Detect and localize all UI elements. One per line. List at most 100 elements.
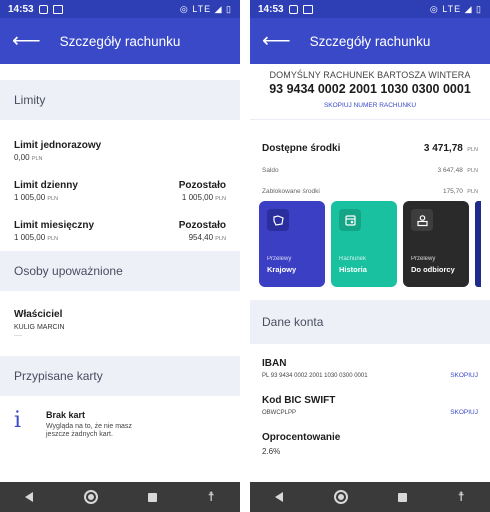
limit-single-currency: PLN	[31, 156, 43, 162]
limit-daily-remaining-currency: PLN	[215, 196, 226, 202]
limit-monthly-label: Limit miesięczny	[14, 220, 95, 231]
interest-value: 2.6%	[262, 447, 281, 456]
limit-monthly-currency: PLN	[47, 236, 59, 242]
tile-recipient-transfer[interactable]: Przelewy Do odbiorcy	[403, 201, 469, 287]
tile-recipient-small: Przelewy	[411, 256, 436, 262]
tile-history-small: Rachunek	[339, 256, 367, 262]
available-amount: 3 471,78 PLN	[424, 138, 478, 156]
owner-info: Właściciel KULIG MARCIN ----	[0, 309, 240, 339]
available-value: 3 471,78	[423, 143, 463, 154]
notification-icon	[288, 4, 298, 14]
cards-header-label: Przypisane karty	[14, 369, 103, 383]
blocked-currency: PLN	[467, 189, 478, 195]
screen-gap	[240, 0, 250, 512]
image-icon	[52, 4, 63, 14]
status-left: 14:53	[258, 4, 313, 15]
status-time: 14:53	[258, 3, 284, 15]
nav-back-icon[interactable]	[275, 492, 284, 502]
copy-account-number-button[interactable]: SKOPIUJ NUMER RACHUNKU	[250, 102, 490, 109]
system-navbar: ☨	[250, 482, 490, 512]
saldo-value: 3 647,48	[437, 167, 463, 174]
limit-daily-amount: 1 005,00 PLN	[14, 193, 78, 202]
nav-home-icon[interactable]	[333, 490, 348, 504]
app-bar: ⟵ Szczegóły rachunku	[250, 18, 490, 64]
status-time: 14:53	[8, 3, 34, 15]
limit-monthly-remaining: 954,40 PLN	[179, 233, 226, 242]
account-data-header: Dane konta	[250, 300, 490, 344]
limit-daily: Limit dzienny 1 005,00 PLN Pozostało 1 0…	[0, 180, 240, 202]
tile-domestic-transfer[interactable]: Przelewy Krajowy	[259, 201, 325, 287]
network-status: ◎ LTE ◢ ▯	[429, 3, 482, 14]
limit-monthly-amount: 1 005,00 PLN	[14, 233, 94, 242]
tile-domestic-big: Krajowy	[267, 265, 297, 274]
interest-label: Oprocentowanie	[262, 432, 341, 443]
recipient-icon	[411, 209, 433, 231]
iban-label: IBAN	[262, 358, 287, 369]
no-cards-title: Brak kart	[46, 410, 86, 420]
limit-monthly-remaining-value: 954,40	[188, 233, 214, 242]
owner-extra: ----	[14, 333, 22, 339]
limit-single-amount: 0,00 PLN	[14, 153, 101, 162]
notification-icon	[38, 4, 48, 14]
copy-bic-button[interactable]: SKOPIUJ	[450, 409, 478, 416]
quick-actions: Przelewy Krajowy Rachunek Historia Przel…	[250, 201, 481, 287]
limit-single-label: Limit jednorazowy	[14, 140, 102, 151]
account-name: DOMYŚLNY RACHUNEK BARTOSZA WINTERA	[269, 70, 471, 80]
limit-monthly: Limit miesięczny 1 005,00 PLN Pozostało …	[0, 220, 240, 242]
account-data: Dane konta IBAN PL 93 9434 0002 2001 103…	[250, 300, 490, 456]
network-status: ◎ LTE ◢ ▯	[179, 3, 232, 14]
limit-daily-remaining-label: Pozostało	[178, 180, 226, 191]
screens: 14:53 ◎ LTE ◢ ▯ ⟵ Szczegóły rachunku Lim…	[0, 0, 490, 512]
limit-monthly-value: 1 005,00	[14, 233, 46, 242]
limit-monthly-remaining-currency: PLN	[215, 236, 226, 242]
authorized-header: Osoby upoważnione	[0, 251, 240, 291]
app-bar: ⟵ Szczegóły rachunku	[0, 18, 240, 64]
blocked-funds: Zablokowane środki 175,70 PLN	[250, 180, 490, 198]
back-arrow-icon[interactable]: ⟵	[12, 31, 41, 51]
system-navbar: ☨	[0, 482, 240, 512]
nav-back-icon[interactable]	[25, 492, 34, 502]
limit-daily-value: 1 005,00	[14, 193, 46, 202]
owner-name: KULIG MARCIN	[14, 324, 65, 331]
blocked-label: Zablokowane środki	[262, 188, 320, 195]
back-arrow-icon[interactable]: ⟵	[262, 31, 291, 51]
nav-recents-icon[interactable]	[148, 492, 158, 502]
authorized-header-label: Osoby upoważnione	[14, 264, 123, 278]
status-bar: 14:53 ◎ LTE ◢ ▯	[250, 0, 490, 18]
limits-header-label: Limity	[14, 93, 46, 107]
saldo-amount: 3 647,48 PLN	[438, 159, 478, 177]
available-currency: PLN	[467, 147, 478, 153]
image-icon	[302, 4, 313, 14]
account-data-header-label: Dane konta	[262, 315, 324, 329]
saldo: Saldo 3 647,48 PLN	[250, 159, 490, 177]
limit-daily-remaining: 1 005,00 PLN	[179, 193, 226, 202]
saldo-label: Saldo	[262, 167, 279, 174]
accessibility-icon[interactable]: ☨	[458, 489, 465, 505]
no-cards-info: i Brak kart Wygląda na to, że nie masz j…	[0, 410, 240, 439]
available-funds: Dostępne środki 3 471,78 PLN	[250, 138, 490, 156]
bic-row: Kod BIC SWIFT OBWCPLPP SKOPIUJ	[250, 395, 490, 416]
limit-single: Limit jednorazowy 0,00 PLN	[0, 140, 240, 162]
tile-history-big: Historia	[339, 265, 367, 274]
cards-header: Przypisane karty	[0, 356, 240, 396]
tile-history[interactable]: Rachunek Historia	[331, 201, 397, 287]
no-cards-text-2: jeszcze żadnych kart.	[46, 431, 113, 438]
interest-row: Oprocentowanie 2.6%	[250, 432, 490, 456]
map-icon	[267, 209, 289, 231]
bic-value: OBWCPLPP	[262, 409, 297, 416]
history-icon	[339, 209, 361, 231]
limit-daily-label: Limit dzienny	[14, 180, 78, 191]
tile-domestic-small: Przelewy	[267, 256, 292, 262]
tile-next-peek[interactable]	[475, 201, 481, 287]
bic-value-row: OBWCPLPP SKOPIUJ	[262, 409, 478, 416]
iban-value-row: PL 93 9434 0002 2001 1030 0300 0001 SKOP…	[262, 372, 478, 379]
nav-recents-icon[interactable]	[398, 492, 408, 502]
limit-daily-currency: PLN	[47, 196, 59, 202]
nav-home-icon[interactable]	[83, 490, 98, 504]
copy-iban-button[interactable]: SKOPIUJ	[450, 372, 478, 379]
bic-label: Kod BIC SWIFT	[262, 395, 336, 406]
owner-label: Właściciel	[14, 309, 63, 320]
accessibility-icon[interactable]: ☨	[208, 489, 215, 505]
tile-recipient-big: Do odbiorcy	[411, 265, 455, 274]
screen-limits: 14:53 ◎ LTE ◢ ▯ ⟵ Szczegóły rachunku Lim…	[0, 0, 240, 512]
